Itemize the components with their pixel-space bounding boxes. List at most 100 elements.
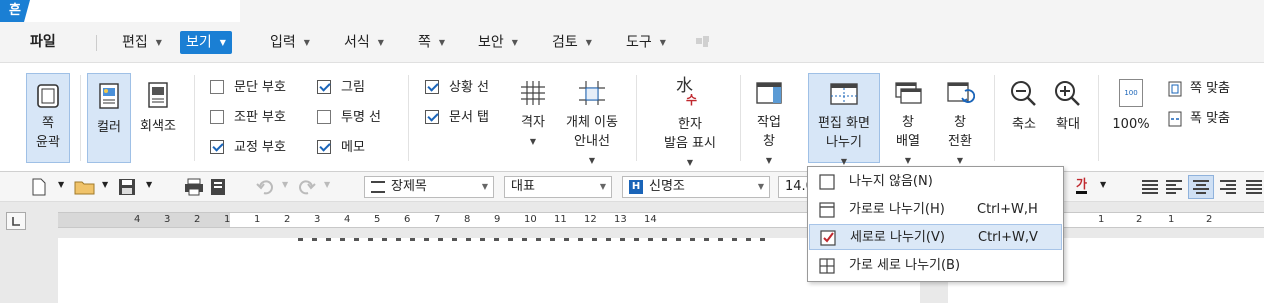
menu-file[interactable]: 파일 (24, 31, 62, 54)
menu-7[interactable]: 도구 ▼ (620, 31, 672, 54)
zoom-out-button[interactable]: 축소 (1004, 73, 1044, 163)
zoom-100-button[interactable]: 100 100% (1108, 73, 1154, 163)
menu-3[interactable]: 서식 ▼ (338, 31, 390, 54)
split-none-item[interactable]: 나누지 않음(N) (809, 169, 1062, 195)
split-view-button[interactable]: 편집 화면 나누기 ▼ (808, 73, 880, 166)
ruler-number: 11 (554, 214, 567, 225)
split-horizontal-item[interactable]: 가로로 나누기(H) Ctrl+W,H (809, 197, 1062, 223)
ruler-number: 2 (1136, 214, 1143, 225)
ruler-number: 6 (404, 214, 411, 225)
zoom-in-button[interactable]: 확대 (1048, 73, 1088, 163)
layout-mark-checkbox[interactable]: 조판 부호 (210, 109, 286, 127)
chevron-down-icon[interactable]: ▼ (324, 180, 330, 189)
horizontal-ruler[interactable]: 4 3 2 1 1 2 3 4 5 6 7 8 9 10 11 12 13 14 1 2 1 2 (58, 212, 1264, 228)
chevron-down-icon: ▼ (588, 156, 596, 165)
picture-checkbox[interactable]: 그림 (317, 79, 365, 97)
align-right-icon[interactable] (1218, 178, 1238, 196)
chevron-down-icon: ▼ (481, 182, 488, 191)
hanja-pronunciation-button[interactable]: 水 수 한자 발음 표시 ▼ (652, 73, 728, 168)
justify-icon[interactable] (1140, 178, 1160, 196)
memo-checkbox[interactable]: 메모 (317, 139, 365, 157)
grid-icon (521, 81, 545, 105)
chevron-down-icon[interactable]: ▼ (282, 180, 288, 189)
para-mark-checkbox[interactable]: 문단 부호 (210, 79, 286, 97)
page-outline-icon (37, 84, 59, 108)
chevron-down-icon[interactable]: ▼ (146, 180, 152, 189)
chevron-down-icon: ▼ (765, 156, 773, 165)
window-switch-icon (947, 82, 975, 103)
menu-4[interactable]: 쪽 ▼ (412, 31, 451, 54)
window-arrange-button[interactable]: 창 배열 ▼ (884, 73, 932, 165)
chevron-down-icon: ▼ (377, 38, 384, 47)
document-page[interactable] (58, 238, 920, 303)
menu-5[interactable]: 보안 ▼ (472, 31, 524, 54)
redo-icon[interactable] (298, 178, 316, 196)
horizontal-split-icon (819, 202, 835, 218)
window-arrange-icon (895, 82, 922, 104)
ruler-number: 2 (194, 214, 201, 225)
font-select[interactable]: H 신명조 ▼ (622, 176, 770, 198)
align-center-icon (1193, 180, 1209, 194)
hanja-icon: 水 수 (676, 76, 698, 108)
status-line-checkbox[interactable]: 상황 선 (425, 79, 489, 97)
language-select[interactable]: 대표 ▼ (504, 176, 612, 198)
menu-2[interactable]: 입력 ▼ (264, 31, 316, 54)
align-left-icon[interactable] (1164, 178, 1184, 196)
transparent-line-checkbox[interactable]: 투명 선 (317, 109, 381, 127)
page-outline-button[interactable]: 쪽 윤곽 (26, 73, 70, 163)
style-icon (371, 180, 385, 193)
doc-tab-checkbox[interactable]: 문서 탭 (425, 109, 489, 127)
open-folder-icon[interactable] (74, 178, 96, 196)
window-switch-button[interactable]: 창 전환 ▼ (936, 73, 984, 165)
menu-bar: 파일 편집 ▼ 보기 ▼ 입력 ▼ 서식 ▼ 쪽 ▼ 보안 ▼ 검토 ▼ 도구 ▼ (0, 22, 1264, 62)
zoom-in-icon (1055, 81, 1080, 106)
chevron-down-icon: ▼ (529, 137, 537, 146)
ruler-number: 1 (1168, 214, 1175, 225)
undo-icon[interactable] (256, 178, 274, 196)
split-grid-item[interactable]: 가로 세로 나누기(B) (809, 253, 1062, 279)
print-icon[interactable] (184, 178, 204, 196)
no-split-icon (819, 174, 835, 190)
grayscale-view-button[interactable]: 회색조 (135, 73, 181, 163)
ruler-number: 12 (584, 214, 597, 225)
chevron-down-icon: ▼ (659, 38, 666, 47)
menu-1[interactable]: 보기 ▼ (180, 31, 232, 54)
chevron-down-icon[interactable]: ▼ (1100, 180, 1106, 189)
color-view-button[interactable]: 컬러 (87, 73, 131, 163)
chevron-down-icon[interactable]: ▼ (102, 180, 108, 189)
width-fit-button[interactable]: 폭 맞춤 (1168, 109, 1258, 129)
puzzle-icon[interactable] (694, 34, 710, 48)
preview-icon[interactable] (210, 178, 226, 196)
chevron-down-icon[interactable]: ▼ (58, 180, 64, 189)
split-view-icon (830, 83, 858, 105)
save-icon[interactable] (118, 178, 136, 196)
ruler-number: 3 (314, 214, 321, 225)
menu-0[interactable]: 편집 ▼ (116, 31, 168, 54)
ruler-number: 8 (464, 214, 471, 225)
tab-stop-icon (12, 217, 20, 226)
chevron-down-icon: ▼ (511, 38, 518, 47)
new-doc-icon[interactable] (32, 178, 46, 196)
vertical-split-icon (820, 230, 836, 246)
ruler-number: 5 (374, 214, 381, 225)
text-line (298, 238, 768, 241)
align-center-button[interactable] (1188, 175, 1214, 199)
grid-button[interactable]: 격자 ▼ (512, 73, 554, 163)
ruler-number: 7 (434, 214, 441, 225)
proof-mark-checkbox[interactable]: 교정 부호 (210, 139, 286, 157)
work-window-button[interactable]: 작업 창 ▼ (748, 73, 790, 165)
ruler-number: 2 (1206, 214, 1213, 225)
ruler-number: 10 (524, 214, 537, 225)
format-toolbar: ▼ ▼ ▼ ▼ ▼ 장제목 ▼ 대표 ▼ H 신명조 ▼ 14.0 가 ▼ (0, 172, 1264, 202)
ruler-number: 14 (644, 214, 657, 225)
font-color-icon[interactable]: 가 (1076, 177, 1088, 194)
ruler-number: 2 (284, 214, 291, 225)
split-vertical-item[interactable]: 세로로 나누기(V) Ctrl+W,V (809, 224, 1062, 250)
menu-6[interactable]: 검토 ▼ (546, 31, 598, 54)
distribute-icon[interactable] (1244, 178, 1264, 196)
tab-type-button[interactable] (6, 212, 26, 230)
app-logo[interactable]: 흔 (0, 0, 30, 22)
object-guide-button[interactable]: 개체 이동 안내선 ▼ (558, 73, 626, 165)
page-fit-button[interactable]: 쪽 맞춤 (1168, 79, 1258, 99)
style-select[interactable]: 장제목 ▼ (364, 176, 494, 198)
